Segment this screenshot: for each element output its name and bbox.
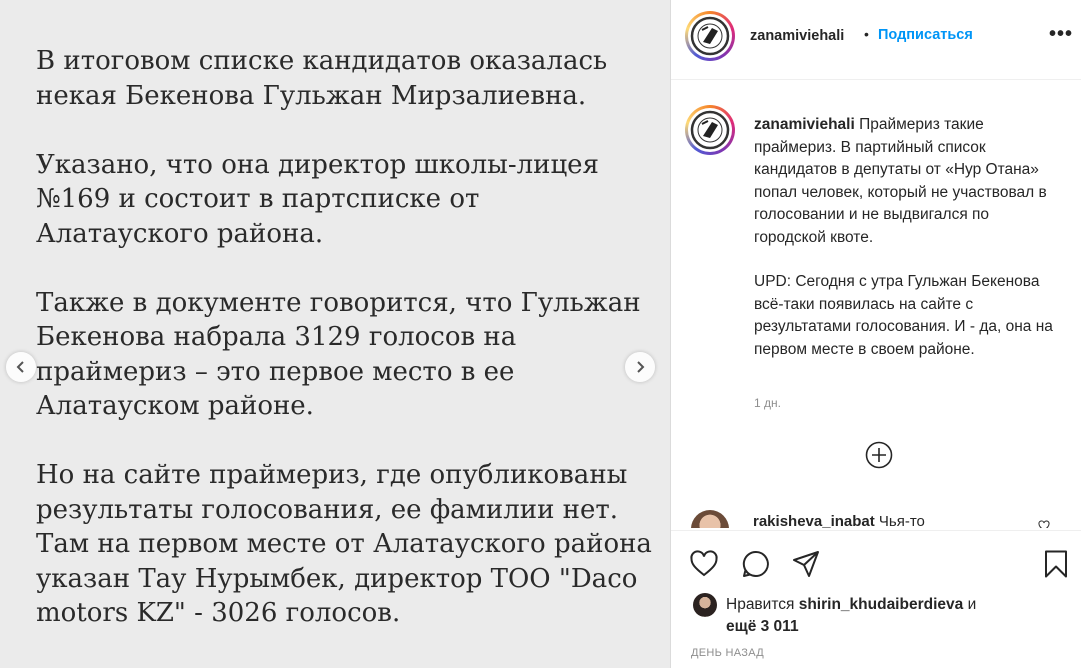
slide-paragraph: Но на сайте праймериз, где опубликованы … [36, 460, 652, 628]
likes-summary: Нравится shirin_khudaiberdieva и ещё 3 0… [726, 594, 1066, 638]
comment-username-link[interactable]: rakisheva_inabat [753, 513, 875, 528]
likes-conjunction: и [967, 596, 977, 613]
comment-body: Чья-то [878, 513, 925, 528]
likes-count-link[interactable]: ещё 3 011 [726, 618, 799, 635]
save-button[interactable] [1041, 549, 1071, 579]
send-icon [793, 551, 819, 577]
share-button[interactable] [791, 549, 821, 579]
slide-paragraph: Указано, что она директор школы-лицея №1… [36, 149, 599, 249]
heart-icon [690, 550, 718, 577]
like-button[interactable] [689, 549, 719, 579]
separator-dot: • [864, 26, 869, 42]
post-caption: zanamiviehali Праймериз такие праймериз.… [754, 114, 1054, 361]
next-slide-button[interactable] [625, 352, 655, 382]
follow-button[interactable]: Подписаться [878, 27, 973, 43]
account-logo-icon [690, 16, 730, 56]
post-image-slide: В итоговом списке кандидатов оказалась н… [0, 0, 670, 668]
comment-bubble-icon [742, 550, 769, 577]
comment-item: rakisheva_inabat Чья-то [691, 508, 1071, 528]
caption-timestamp[interactable]: 1 дн. [754, 396, 781, 410]
avatar[interactable] [691, 510, 729, 528]
caption-update-text: UPD: Сегодня с утра Гульжан Бекенова всё… [754, 273, 1053, 358]
slide-text: В итоговом списке кандидатов оказалась н… [36, 44, 656, 665]
previous-slide-button[interactable] [6, 352, 36, 382]
caption-username-link[interactable]: zanamiviehali [754, 116, 855, 133]
load-more-comments-icon[interactable] [865, 441, 893, 469]
comment-like-icon[interactable] [1038, 520, 1050, 528]
chevron-right-icon [637, 361, 645, 373]
post-actions: Нравится shirin_khudaiberdieva и ещё 3 0… [671, 530, 1081, 668]
likes-prefix: Нравится [726, 596, 795, 613]
post-sidebar: zanamiviehali • Подписаться ••• zanamivi… [670, 0, 1081, 668]
slide-paragraph: Также в документе говорится, что Гульжан… [36, 287, 641, 422]
comment-text: rakisheva_inabat Чья-то [753, 513, 925, 528]
avatar[interactable] [685, 11, 735, 61]
bookmark-icon [1045, 550, 1067, 578]
slide-paragraph: В итоговом списке кандидатов оказалась н… [36, 46, 608, 111]
more-options-button[interactable]: ••• [1049, 23, 1073, 46]
comment-button[interactable] [741, 549, 771, 579]
avatar[interactable] [685, 105, 735, 155]
header-username-link[interactable]: zanamiviehali [750, 28, 844, 44]
post-header: zanamiviehali • Подписаться ••• [671, 0, 1081, 80]
avatar[interactable] [693, 593, 717, 617]
liker-username-link[interactable]: shirin_khudaiberdieva [799, 596, 964, 613]
chevron-left-icon [16, 361, 24, 373]
post-date[interactable]: ДЕНЬ НАЗАД [691, 647, 764, 659]
caption-text: Праймериз такие праймериз. В партийный с… [754, 116, 1047, 246]
account-logo-icon [690, 110, 730, 150]
